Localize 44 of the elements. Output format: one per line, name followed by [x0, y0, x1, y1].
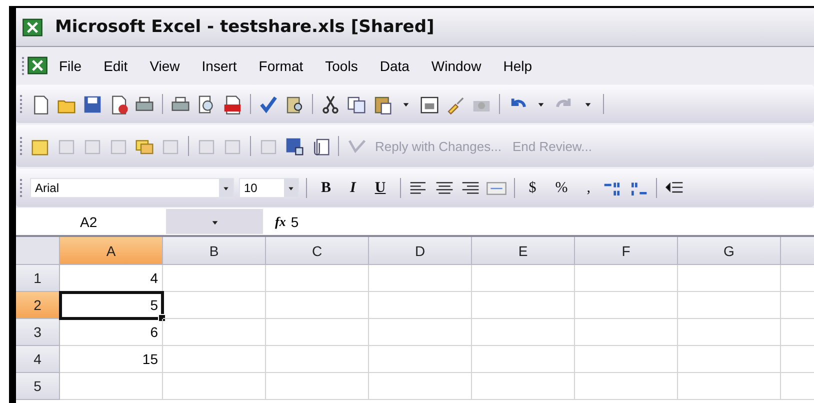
name-box[interactable]: A2 [16, 214, 166, 230]
column-header[interactable]: F [575, 237, 678, 265]
spreadsheet-icon[interactable] [22, 16, 43, 38]
checkmark-icon[interactable] [258, 94, 279, 114]
menu-item[interactable]: Format [248, 58, 314, 74]
menu-item[interactable]: View [138, 58, 191, 74]
column-header[interactable]: B [163, 237, 266, 265]
format-button[interactable]: U [368, 180, 393, 196]
column-header[interactable]: G [678, 237, 781, 265]
column-header[interactable]: C [266, 237, 369, 265]
row-header[interactable]: 5 [16, 373, 60, 400]
format-button[interactable]: I [343, 180, 363, 196]
format-button[interactable]: % [548, 180, 575, 196]
document-icon[interactable] [222, 94, 243, 114]
format-button[interactable]: B [314, 180, 338, 196]
column-header[interactable]: A [60, 237, 163, 265]
function-label[interactable]: fx [263, 214, 291, 230]
column-header[interactable]: D [369, 237, 472, 265]
table-cell: 15 [60, 346, 163, 373]
menu-item[interactable]: Tools [314, 58, 369, 74]
column-header[interactable]: E [472, 237, 575, 265]
format-button[interactable]: , [580, 180, 598, 196]
font-size-dropdown[interactable]: 10 [239, 178, 299, 198]
table-cell: 6 [60, 319, 163, 346]
table-cell: 4 [60, 265, 163, 292]
format-button[interactable]: $ [522, 180, 544, 196]
row-header[interactable]: 3 [16, 319, 60, 346]
menu-item[interactable]: Insert [190, 58, 248, 74]
window-title: Microsoft Excel - testshare.xls [Shared] [55, 17, 434, 37]
menu-item[interactable]: File [48, 58, 93, 74]
font-dropdown[interactable]: Arial [30, 178, 234, 198]
row-header[interactable]: 1 [16, 265, 60, 292]
row-header[interactable]: 4 [16, 346, 60, 373]
table-cell: 5 [60, 292, 163, 319]
menu-item[interactable]: Edit [92, 58, 139, 74]
spreadsheet-icon[interactable] [27, 55, 48, 76]
menu-item[interactable]: Data [368, 58, 420, 74]
formula-field[interactable]: 5 [290, 214, 299, 230]
floppy-disk-icon[interactable] [284, 136, 305, 156]
menu-item[interactable]: Help [492, 58, 543, 74]
row-header[interactable]: 2 [16, 292, 60, 319]
fill-handle[interactable] [158, 314, 166, 322]
menu-item[interactable]: Window [420, 58, 492, 74]
scissors-icon[interactable] [320, 94, 341, 114]
